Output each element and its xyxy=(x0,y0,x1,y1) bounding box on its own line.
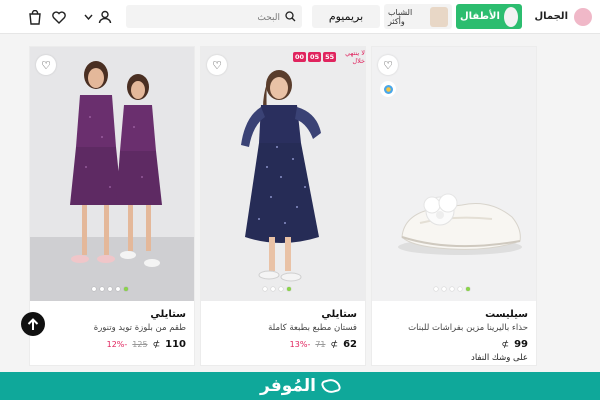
category-adults-image xyxy=(430,6,448,27)
price-row: 99 ⊅ xyxy=(380,339,528,350)
search-bar[interactable] xyxy=(126,5,302,28)
search-icon[interactable] xyxy=(285,7,296,26)
carousel-dot[interactable] xyxy=(108,287,112,291)
product-price: 99 xyxy=(514,339,528,350)
stock-note: على وشك النفاد xyxy=(471,353,528,363)
image-carousel-dots[interactable] xyxy=(434,287,470,291)
product-brand: سيليست xyxy=(485,309,528,320)
discount-label: -12% xyxy=(106,340,128,349)
product-image[interactable]: ♡ xyxy=(30,47,194,301)
countdown-seconds: 55 xyxy=(323,52,337,62)
category-kids-button[interactable]: الأطفال xyxy=(456,4,522,29)
carousel-dot[interactable] xyxy=(92,287,96,291)
product-image[interactable]: ♡ xyxy=(201,47,365,301)
chevron-down-icon[interactable] xyxy=(82,8,94,26)
product-info: سيليست حذاء باليرينا مزين بفراشات للبنات… xyxy=(380,309,528,363)
product-price: 62 xyxy=(343,339,357,350)
search-input[interactable] xyxy=(140,7,280,26)
logo-icon xyxy=(320,376,342,396)
category-adults-button[interactable]: الشباب وأكثر xyxy=(384,4,452,29)
carousel-dot[interactable] xyxy=(458,287,462,291)
countdown-label: لا ينتهي خلال xyxy=(345,49,365,65)
arrow-up-icon xyxy=(27,317,39,330)
discount-label: -13% xyxy=(289,340,311,349)
carousel-dot[interactable] xyxy=(434,287,438,291)
product-price: 110 xyxy=(165,339,186,350)
product-title: طقم من بلوزة تويد وتنورة xyxy=(93,323,186,333)
heart-icon[interactable] xyxy=(50,8,68,26)
old-price: 125 xyxy=(132,340,148,349)
image-carousel-dots[interactable] xyxy=(263,287,291,291)
countdown-hours: 00 xyxy=(293,52,307,62)
countdown-badge: لا ينتهي خلال 55 05 00 xyxy=(293,49,365,65)
carousel-dot[interactable] xyxy=(279,287,283,291)
category-adults-label: الشباب وأكثر xyxy=(388,7,413,26)
cart-icon[interactable] xyxy=(26,8,44,26)
price-row: 62 ⊅ 71 -13% xyxy=(209,339,357,350)
currency-icon: ⊅ xyxy=(152,339,161,350)
category-beauty-image xyxy=(574,7,592,26)
product-image[interactable]: ♡ xyxy=(372,47,536,301)
old-price: 71 xyxy=(315,340,326,349)
wishlist-heart-icon[interactable]: ♡ xyxy=(36,55,56,75)
product-brand: ستايلي xyxy=(321,309,357,320)
currency-icon: ⊅ xyxy=(330,339,339,350)
user-icon[interactable] xyxy=(96,8,114,26)
product-card[interactable]: ♡ لا ينتهي خلال 55 05 00 ستايلي فستان مط… xyxy=(200,46,366,366)
footer-banner[interactable]: المُوفر xyxy=(0,372,600,400)
price-row: 110 ⊅ 125 -12% xyxy=(38,339,186,350)
image-carousel-dots[interactable] xyxy=(92,287,128,291)
category-beauty-label: الجمال xyxy=(534,11,568,22)
carousel-dot[interactable] xyxy=(450,287,454,291)
product-card[interactable]: ♡ ستايلي طقم من بلوزة تويد وتنورة 110 ⊅ … xyxy=(29,46,195,366)
carousel-dot-active[interactable] xyxy=(287,287,291,291)
product-brand: ستايلي xyxy=(150,309,186,320)
currency-icon: ⊅ xyxy=(501,339,510,350)
sustainable-badge-icon xyxy=(380,81,396,97)
product-card[interactable]: ♡ سيليست حذاء باليرينا مزين بفراشات للبن… xyxy=(371,46,537,366)
carousel-dot-active[interactable] xyxy=(466,287,470,291)
wishlist-heart-icon[interactable]: ♡ xyxy=(207,55,227,75)
product-title: حذاء باليرينا مزين بفراشات للبنات xyxy=(408,323,528,333)
carousel-dot[interactable] xyxy=(100,287,104,291)
top-navigation-bar: بريميوم الشباب وأكثر الأطفال الجمال xyxy=(0,0,600,34)
category-kids-label: الأطفال xyxy=(460,11,500,22)
carousel-dot[interactable] xyxy=(442,287,446,291)
premium-button[interactable]: بريميوم xyxy=(312,5,380,28)
product-title: فستان مطبع بطبعة كاملة xyxy=(268,323,357,333)
wishlist-heart-icon[interactable]: ♡ xyxy=(378,55,398,75)
product-info: ستايلي طقم من بلوزة تويد وتنورة 110 ⊅ 12… xyxy=(38,309,186,350)
carousel-dot-active[interactable] xyxy=(124,287,128,291)
carousel-dot[interactable] xyxy=(116,287,120,291)
product-info: ستايلي فستان مطبع بطبعة كاملة 62 ⊅ 71 -1… xyxy=(209,309,357,350)
category-beauty-button[interactable]: الجمال xyxy=(528,5,596,28)
carousel-dot[interactable] xyxy=(271,287,275,291)
scroll-to-top-button[interactable] xyxy=(21,312,45,336)
countdown-minutes: 05 xyxy=(308,52,322,62)
category-kids-image xyxy=(503,6,518,27)
footer-logo-text: المُوفر xyxy=(260,376,316,396)
carousel-dot[interactable] xyxy=(263,287,267,291)
